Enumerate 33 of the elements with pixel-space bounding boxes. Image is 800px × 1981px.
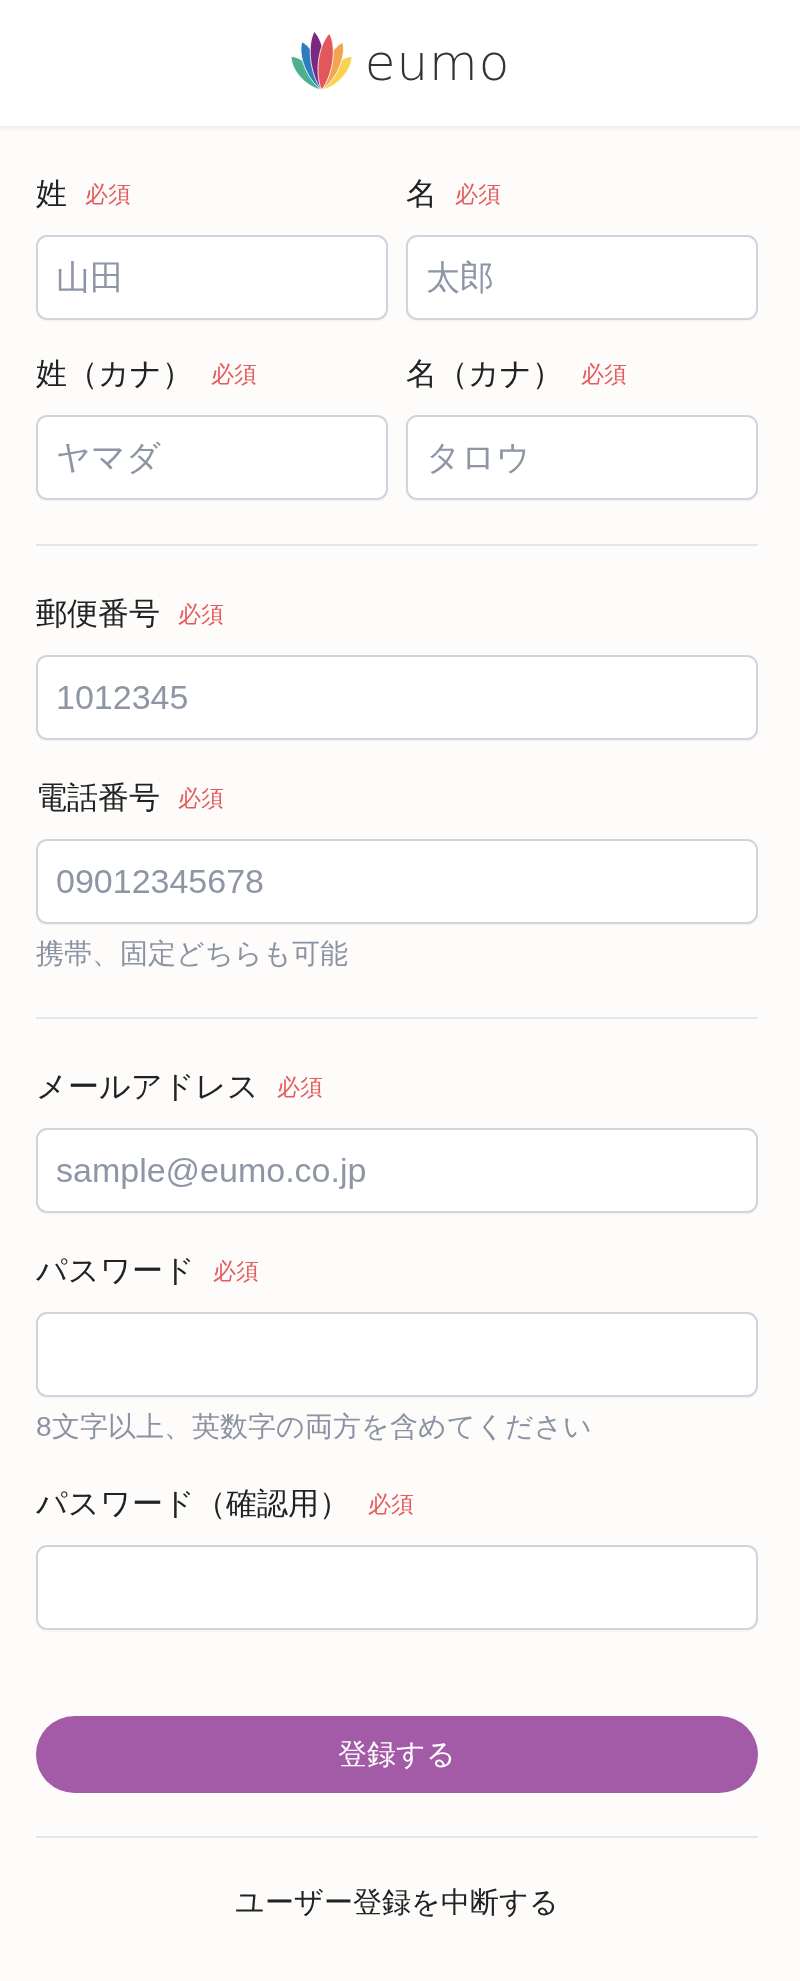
required-note: 必須 (178, 783, 224, 813)
field-label: 名（カナ） (406, 355, 563, 393)
required-note: 必須 (178, 599, 224, 629)
register-button[interactable]: 登録する (36, 1716, 758, 1793)
input-field[interactable]: 太郎 (406, 235, 758, 320)
input-field[interactable]: 1012345 (36, 655, 758, 740)
input-field[interactable] (36, 1312, 758, 1397)
input-field[interactable]: 山田 (36, 235, 388, 320)
input-field[interactable] (36, 1545, 758, 1630)
logo-wordmark: eumo (364, 35, 511, 91)
field-label: メールアドレス (36, 1068, 259, 1106)
field-label: 姓（カナ） (36, 355, 193, 393)
input-field[interactable]: sample@eumo.co.jp (36, 1128, 758, 1213)
required-note: 必須 (455, 179, 501, 209)
field-hint: 携帯、固定どちらも可能 (36, 937, 349, 971)
required-note: 必須 (211, 359, 257, 389)
field-hint: 8文字以上、英数字の両方を含めてください (36, 1410, 593, 1444)
input-field[interactable]: ヤマダ (36, 415, 388, 500)
required-note: 必須 (277, 1072, 323, 1102)
required-note: 必須 (368, 1489, 414, 1519)
field-label: パスワード（確認用） (36, 1485, 350, 1523)
field-label: 電話番号 (36, 779, 160, 817)
field-label: 郵便番号 (36, 595, 160, 633)
input-field[interactable]: 09012345678 (36, 839, 758, 924)
fan-logo-icon (289, 29, 353, 91)
required-note: 必須 (213, 1256, 259, 1286)
input-field[interactable]: タロウ (406, 415, 758, 500)
field-label: 姓 (36, 175, 67, 213)
cancel-link[interactable]: ユーザー登録を中断する (235, 1882, 559, 1922)
field-label: 名 (406, 175, 437, 213)
required-note: 必須 (85, 179, 131, 209)
field-label: パスワード (36, 1252, 195, 1290)
required-note: 必須 (581, 359, 627, 389)
